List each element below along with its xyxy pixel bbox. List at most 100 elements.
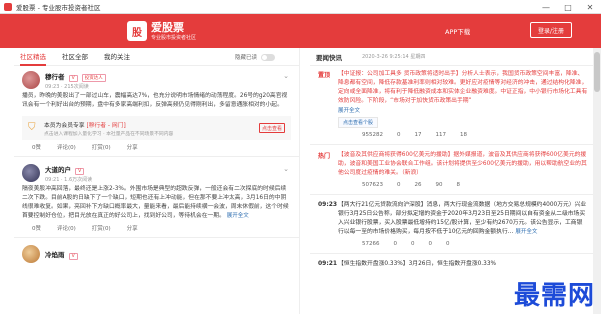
news-text[interactable]: 【中证报：公司加工具多 货币政策将适时出手】分析人士表示，我国货币政策空间丰富，… [338, 70, 588, 106]
tab-featured[interactable]: 社区精选 [20, 48, 46, 66]
post-author[interactable]: 冷焰雨 [45, 251, 65, 259]
expand-link[interactable]: 展开全文 [338, 106, 360, 114]
post-author[interactable]: 大道的户 [45, 166, 71, 174]
post-body: 隔夜美股冲高回落，最终还是上涨2-3%。外围市场是典型的超跌反弹，一般还会有二次… [22, 186, 289, 219]
watermark: 最需网 [513, 281, 595, 311]
news-text[interactable]: 【波音及其供应商将获得600亿美元的援助】据外媒报道，波音及其供应商将获得600… [338, 151, 588, 178]
tab-all[interactable]: 社区全部 [62, 48, 88, 66]
views-count: 57266 [362, 241, 380, 247]
comment-button[interactable]: 0 [429, 241, 433, 247]
expand-link[interactable]: 展开全文 [227, 213, 249, 219]
member-card-highlight: [穆行者 - 网门] [86, 122, 126, 129]
divider [310, 144, 601, 145]
like-button[interactable]: 0赞 [32, 224, 41, 232]
member-card-subtitle: 点击进入课程加入量化学习 · 本社量产品在不同场景不同内容 [44, 131, 174, 137]
post-item: 冷焰雨 V [14, 240, 299, 264]
verified-badge: V [75, 167, 85, 175]
community-tabs: 社区精选 社区全部 我的关注 隐藏已读 [14, 48, 299, 66]
like-button[interactable]: 17 [415, 132, 422, 138]
avatar[interactable] [22, 245, 40, 263]
site-logo[interactable]: 股 爱股票 专业股市投资者社区 [127, 21, 196, 41]
news-time: 09:21 [318, 260, 338, 267]
news-item: 热门 【波音及其供应商将获得600亿美元的援助】据外媒报道，波音及其供应商将获得6… [310, 147, 601, 192]
chevron-down-icon[interactable]: ⌄ [283, 165, 289, 173]
brand-name: 爱股票 [151, 20, 184, 34]
news-text[interactable]: 【两大行21亿元贷款流向沪深股】消息，两大行现金流数据（地方交易总规模约4000… [338, 201, 588, 237]
close-button[interactable]: ✕ [579, 0, 601, 14]
avatar[interactable] [22, 71, 40, 89]
comment-button[interactable]: 117 [436, 132, 447, 138]
avatar[interactable] [22, 164, 40, 182]
shield-icon: ⛉ [28, 122, 36, 133]
site-header: 股 爱股票 专业股市投资者社区 APP下载 登录/注册 [0, 14, 601, 48]
thumb-button[interactable]: 0 [397, 182, 401, 188]
app-download-link[interactable]: APP下载 [445, 26, 470, 36]
post-body: 播员，昨晚的美股出了一部过山车，震幅高达7%，也充分说明市场情绪的动荡程度。26… [22, 93, 288, 108]
divider [310, 253, 601, 254]
news-item: 09:21【恒生指数开盘涨0.33%】3月26日，恒生指数开盘涨0.33% [310, 256, 601, 269]
title-bar: 爱股票 - 专业股市投资者社区 — □ ✕ [0, 0, 601, 14]
thumb-button[interactable]: 0 [397, 132, 401, 138]
like-button[interactable]: 0赞 [32, 143, 41, 151]
chevron-down-icon[interactable]: ⌄ [283, 72, 289, 80]
view-stocks-button[interactable]: 点击查看个股 [338, 117, 379, 128]
hide-read-control[interactable]: 隐藏已读 [235, 53, 275, 61]
news-text[interactable]: 【恒生指数开盘涨0.33%】3月26日，恒生指数开盘涨0.33% [338, 260, 588, 269]
post-meta: 09:23 · 215次阅读 [45, 83, 89, 90]
news-actions: 507623 0 26 90 8 [318, 178, 593, 192]
post-actions: 0赞 评论(0) 打赏(0) 分享 [22, 221, 291, 235]
reward-button[interactable]: 打赏(0) [92, 224, 111, 232]
thumb-button[interactable]: 0 [394, 241, 398, 247]
news-item: 置顶 【中证报：公司加工具多 货币政策将适时出手】分析人士表示，我国货币政策空间丰… [310, 66, 601, 142]
view-button[interactable]: 点击查看 [259, 123, 285, 133]
community-panel: 社区精选 社区全部 我的关注 隐藏已读 穆行者 V 投资达人 09:23 · 2… [14, 48, 300, 314]
expand-link[interactable]: 展开全文 [515, 229, 537, 235]
share-button[interactable]: 分享 [127, 143, 138, 151]
maximize-button[interactable]: □ [557, 0, 579, 14]
like-button[interactable]: 0 [411, 241, 415, 247]
news-time: 热门 [318, 153, 331, 160]
window-title: 爱股票 - 专业股市投资者社区 [16, 3, 101, 12]
post-meta: 09:21 · 1.6万次阅读 [45, 176, 93, 183]
brand-slogan: 专业股市投资者社区 [151, 34, 197, 41]
hide-read-label: 隐藏已读 [234, 55, 257, 61]
post-item: 大道的户 V 09:21 · 1.6万次阅读 ⌄ 隔夜美股冲高回落，最终还是上涨… [14, 159, 299, 235]
comment-button[interactable]: 评论(0) [57, 224, 76, 232]
logo-icon: 股 [127, 21, 147, 41]
news-header: 要闻快讯 2020-3-26 9:25:14 星期四 [310, 48, 601, 66]
post-author[interactable]: 穆行者 [45, 73, 65, 81]
news-actions: 955282 0 17 117 18 [318, 128, 593, 142]
hide-read-toggle[interactable] [261, 53, 275, 61]
comment-button[interactable]: 90 [436, 182, 443, 188]
views-count: 507623 [362, 182, 383, 188]
expert-badge: 投资达人 [81, 73, 106, 82]
reward-button[interactable]: 打赏(0) [92, 143, 111, 151]
views-count: 955282 [362, 132, 383, 138]
post-item: 穆行者 V 投资达人 09:23 · 215次阅读 ⌄ 播员，昨晚的美股出了一部… [14, 66, 299, 154]
divider [14, 237, 299, 238]
news-actions: 57266 0 0 0 0 [318, 237, 593, 251]
news-time: 置顶 [318, 72, 331, 79]
login-button[interactable]: 登录/注册 [530, 22, 572, 38]
share-button[interactable]: 18 [460, 132, 467, 138]
post-actions: 0赞 评论(0) 打赏(0) 分享 [22, 140, 291, 154]
news-title: 要闻快讯 [316, 53, 342, 62]
window-controls: — □ ✕ [535, 0, 601, 14]
news-item: 09:23【两大行21亿元贷款流向沪深股】消息，两大行现金流数据（地方交易总规模… [310, 197, 601, 251]
member-card[interactable]: ⛉ 本员为会员专享 [穆行者 - 网门] 点击进入课程加入量化学习 · 本社量产… [22, 116, 291, 140]
share-button[interactable]: 8 [457, 182, 461, 188]
divider [310, 194, 601, 195]
tab-following[interactable]: 我的关注 [104, 48, 130, 66]
share-button[interactable]: 0 [446, 241, 450, 247]
verified-badge: V [68, 252, 78, 260]
news-time: 09:23 [318, 201, 338, 208]
minimize-button[interactable]: — [535, 0, 557, 14]
news-date: 2020-3-26 9:25:14 星期四 [362, 54, 426, 60]
share-button[interactable]: 分享 [127, 224, 138, 232]
member-card-title: 本员为会员专享 [44, 122, 85, 129]
verified-badge: V [68, 74, 78, 82]
app-icon [4, 2, 12, 11]
like-button[interactable]: 26 [415, 182, 422, 188]
comment-button[interactable]: 评论(0) [57, 143, 76, 151]
divider [14, 156, 299, 157]
